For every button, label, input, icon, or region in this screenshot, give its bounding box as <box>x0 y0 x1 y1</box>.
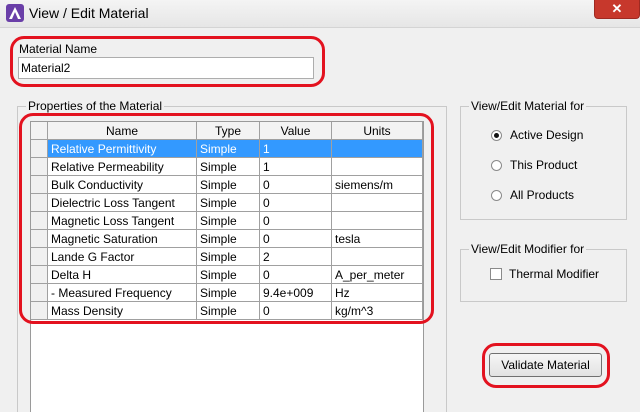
radio-button[interactable] <box>491 159 502 171</box>
cell-value[interactable]: 0 <box>260 230 332 248</box>
cell-name[interactable]: Delta H <box>48 266 197 284</box>
app-logo-icon <box>6 4 24 22</box>
row-selector[interactable] <box>31 230 48 248</box>
cell-type[interactable]: Simple <box>197 176 260 194</box>
cell-value[interactable]: 0 <box>260 266 332 284</box>
radio-this-product[interactable]: This Product <box>491 158 577 172</box>
row-selector[interactable] <box>31 248 48 266</box>
table-row[interactable]: Relative Permeability Simple 1 <box>31 158 423 176</box>
table-row[interactable]: Magnetic Saturation Simple 0 tesla <box>31 230 423 248</box>
cell-name[interactable]: Magnetic Saturation <box>48 230 197 248</box>
radio-label: Active Design <box>510 128 584 142</box>
cell-name[interactable]: - Measured Frequency <box>48 284 197 302</box>
column-header-type[interactable]: Type <box>197 122 260 140</box>
cell-units[interactable] <box>332 212 423 230</box>
cell-name[interactable]: Mass Density <box>48 302 197 320</box>
row-selector[interactable] <box>31 212 48 230</box>
properties-grid: Name Type Value Units Relative Permittiv… <box>30 121 424 412</box>
radio-button[interactable] <box>491 129 502 141</box>
cell-value[interactable]: 1 <box>260 140 332 158</box>
title-bar: View / Edit Material ✕ <box>0 0 640 28</box>
table-row[interactable]: - Measured Frequency Simple 9.4e+009 Hz <box>31 284 423 302</box>
row-selector[interactable] <box>31 284 48 302</box>
material-name-label: Material Name <box>19 42 98 56</box>
cell-name[interactable]: Lande G Factor <box>48 248 197 266</box>
table-row[interactable]: Bulk Conductivity Simple 0 siemens/m <box>31 176 423 194</box>
material-name-input[interactable] <box>18 57 314 79</box>
cell-value[interactable]: 0 <box>260 194 332 212</box>
grid-header: Name Type Value Units <box>31 122 423 140</box>
column-header-name[interactable]: Name <box>48 122 197 140</box>
column-header-value[interactable]: Value <box>260 122 332 140</box>
row-selector[interactable] <box>31 176 48 194</box>
cell-type[interactable]: Simple <box>197 248 260 266</box>
table-row[interactable]: Mass Density Simple 0 kg/m^3 <box>31 302 423 320</box>
modifier-legend: View/Edit Modifier for <box>469 242 587 256</box>
cell-units[interactable]: siemens/m <box>332 176 423 194</box>
cell-name[interactable]: Bulk Conductivity <box>48 176 197 194</box>
cell-value[interactable]: 2 <box>260 248 332 266</box>
header-corner <box>31 122 48 140</box>
row-selector[interactable] <box>31 266 48 284</box>
cell-value[interactable]: 0 <box>260 302 332 320</box>
properties-legend: Properties of the Material <box>26 99 165 113</box>
cell-name[interactable]: Relative Permittivity <box>48 140 197 158</box>
cell-value[interactable]: 0 <box>260 176 332 194</box>
row-selector[interactable] <box>31 158 48 176</box>
radio-label: This Product <box>510 158 578 172</box>
table-row[interactable]: Dielectric Loss Tangent Simple 0 <box>31 194 423 212</box>
row-selector[interactable] <box>31 302 48 320</box>
thermal-modifier-label: Thermal Modifier <box>509 267 600 281</box>
cell-value[interactable]: 0 <box>260 212 332 230</box>
cell-value[interactable]: 1 <box>260 158 332 176</box>
cell-type[interactable]: Simple <box>197 266 260 284</box>
cell-name[interactable]: Magnetic Loss Tangent <box>48 212 197 230</box>
cell-units[interactable]: Hz <box>332 284 423 302</box>
row-selector[interactable] <box>31 194 48 212</box>
close-icon: ✕ <box>611 1 623 16</box>
table-row[interactable]: Magnetic Loss Tangent Simple 0 <box>31 212 423 230</box>
cell-units[interactable] <box>332 140 423 158</box>
cell-type[interactable]: Simple <box>197 230 260 248</box>
thermal-modifier-option[interactable]: Thermal Modifier <box>490 267 599 281</box>
cell-units[interactable] <box>332 194 423 212</box>
cell-type[interactable]: Simple <box>197 140 260 158</box>
table-row[interactable]: Delta H Simple 0 A_per_meter <box>31 266 423 284</box>
thermal-modifier-checkbox[interactable] <box>490 268 502 280</box>
row-selector[interactable] <box>31 140 48 158</box>
cell-value[interactable]: 9.4e+009 <box>260 284 332 302</box>
edit-for-legend: View/Edit Material for <box>469 99 587 113</box>
cell-type[interactable]: Simple <box>197 194 260 212</box>
cell-type[interactable]: Simple <box>197 284 260 302</box>
cell-name[interactable]: Dielectric Loss Tangent <box>48 194 197 212</box>
validate-material-button[interactable]: Validate Material <box>489 353 602 377</box>
window-title: View / Edit Material <box>29 5 149 21</box>
table-row[interactable]: Relative Permittivity Simple 1 <box>31 140 423 158</box>
table-row[interactable]: Lande G Factor Simple 2 <box>31 248 423 266</box>
cell-units[interactable]: tesla <box>332 230 423 248</box>
radio-active-design[interactable]: Active Design <box>491 128 583 142</box>
cell-name[interactable]: Relative Permeability <box>48 158 197 176</box>
close-button[interactable]: ✕ <box>594 0 640 19</box>
cell-type[interactable]: Simple <box>197 302 260 320</box>
cell-type[interactable]: Simple <box>197 212 260 230</box>
column-header-units[interactable]: Units <box>332 122 423 140</box>
radio-button[interactable] <box>491 189 502 201</box>
radio-label: All Products <box>510 188 575 202</box>
cell-units[interactable]: A_per_meter <box>332 266 423 284</box>
cell-units[interactable] <box>332 158 423 176</box>
cell-type[interactable]: Simple <box>197 158 260 176</box>
cell-units[interactable] <box>332 248 423 266</box>
radio-all-products[interactable]: All Products <box>491 188 574 202</box>
cell-units[interactable]: kg/m^3 <box>332 302 423 320</box>
